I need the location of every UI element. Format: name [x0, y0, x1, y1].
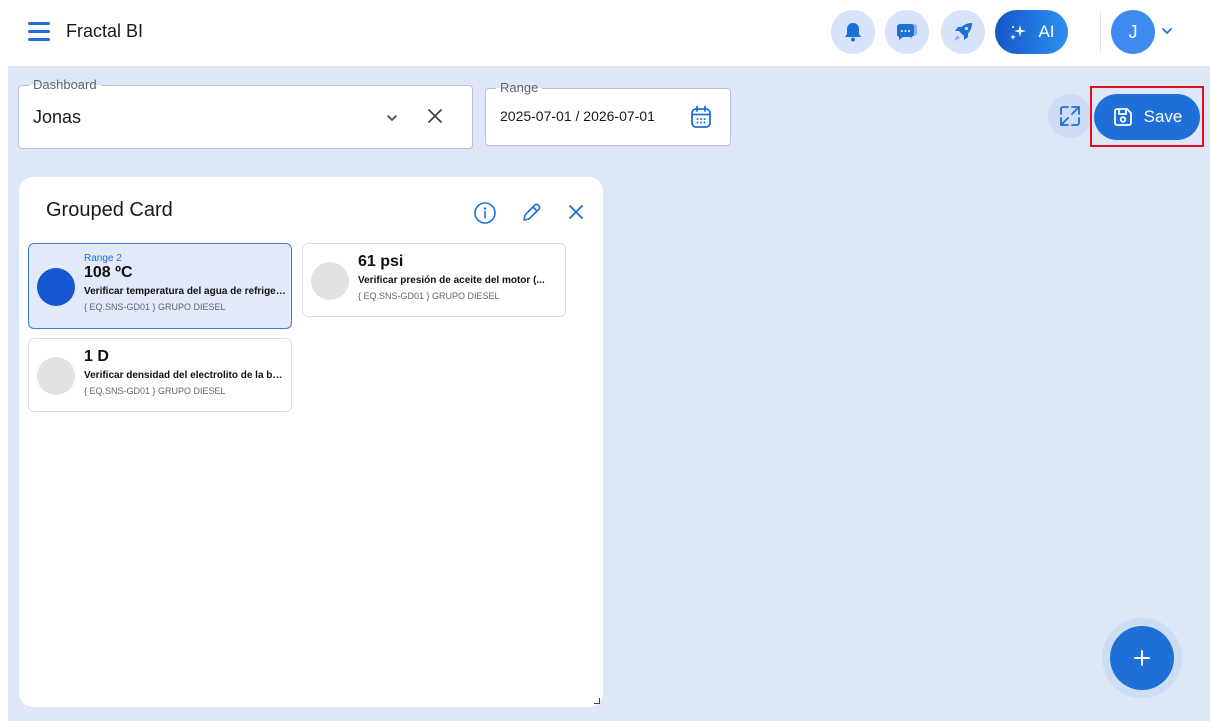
dashboard-canvas: Dashboard Jonas Range 2025-07-01 / 2026-… — [8, 66, 1210, 721]
kpi-value: 61 psi — [358, 253, 404, 270]
save-label: Save — [1143, 107, 1183, 126]
dashboard-label: Dashboard — [29, 78, 101, 92]
calendar-icon[interactable] — [690, 105, 712, 129]
range-label: Range — [496, 81, 543, 95]
header-divider — [1100, 12, 1101, 52]
range-field[interactable]: Range 2025-07-01 / 2026-07-01 — [485, 81, 731, 146]
panel-title: Grouped Card — [46, 199, 173, 221]
dashboard-value: Jonas — [33, 107, 82, 127]
info-icon[interactable] — [473, 201, 497, 225]
chat-button[interactable] — [885, 10, 929, 54]
kpi-subtitle: { EQ.SNS-GD01 } GRUPO DIESEL — [358, 291, 500, 301]
bell-icon — [845, 23, 861, 42]
status-dot — [311, 262, 349, 300]
kpi-value: 1 D — [84, 348, 109, 365]
kpi-card-temperature[interactable]: Range 2 108 ºC Verificar temperatura del… — [28, 243, 292, 329]
kpi-subtitle: { EQ.SNS-GD01 } GRUPO DIESEL — [84, 386, 226, 396]
plus-icon — [1134, 650, 1150, 666]
rocket-icon — [954, 23, 972, 41]
close-icon[interactable] — [565, 201, 587, 223]
kpi-value: 108 ºC — [84, 264, 133, 281]
kpi-subtitle: { EQ.SNS-GD01 } GRUPO DIESEL — [84, 302, 226, 312]
kpi-description: Verificar presión de aceite del motor (.… — [358, 275, 545, 286]
sparkle-icon — [1010, 25, 1027, 40]
kpi-description: Verificar temperatura del agua de refrig… — [84, 286, 286, 297]
edit-pencil-icon[interactable] — [519, 201, 543, 225]
kpi-description: Verificar densidad del electrolito de la… — [84, 370, 286, 381]
user-avatar[interactable]: J — [1111, 10, 1155, 54]
chevron-down-icon[interactable] — [384, 110, 400, 126]
resize-handle[interactable] — [594, 698, 600, 704]
kpi-card-oil-pressure[interactable]: 61 psi Verificar presión de aceite del m… — [302, 243, 566, 317]
save-button[interactable]: Save — [1094, 94, 1200, 140]
top-bar: Fractal BI AI J — [0, 0, 1210, 66]
app-title: Fractal BI — [66, 21, 144, 41]
status-dot — [37, 268, 75, 306]
close-icon[interactable] — [425, 106, 445, 126]
dashboard-select[interactable]: Dashboard Jonas — [18, 78, 473, 149]
ai-button[interactable]: AI — [995, 10, 1068, 54]
chat-icon — [896, 24, 917, 40]
hamburger-menu-icon[interactable] — [28, 22, 50, 42]
launch-button[interactable] — [941, 10, 985, 54]
add-widget-button[interactable] — [1110, 626, 1174, 690]
chevron-down-icon[interactable] — [1160, 24, 1174, 38]
floppy-disk-icon — [1113, 108, 1132, 126]
notifications-button[interactable] — [831, 10, 875, 54]
ai-label: AI — [1038, 22, 1055, 41]
fullscreen-button[interactable] — [1048, 94, 1092, 138]
status-dot — [37, 357, 75, 395]
expand-icon — [1060, 106, 1080, 126]
range-value: 2025-07-01 / 2026-07-01 — [500, 108, 655, 124]
kpi-card-electrolyte[interactable]: 1 D Verificar densidad del electrolito d… — [28, 338, 292, 412]
grouped-card-panel: Grouped Card Range 2 108 ºC Verificar te… — [19, 177, 603, 707]
kpi-range-label: Range 2 — [84, 253, 122, 264]
